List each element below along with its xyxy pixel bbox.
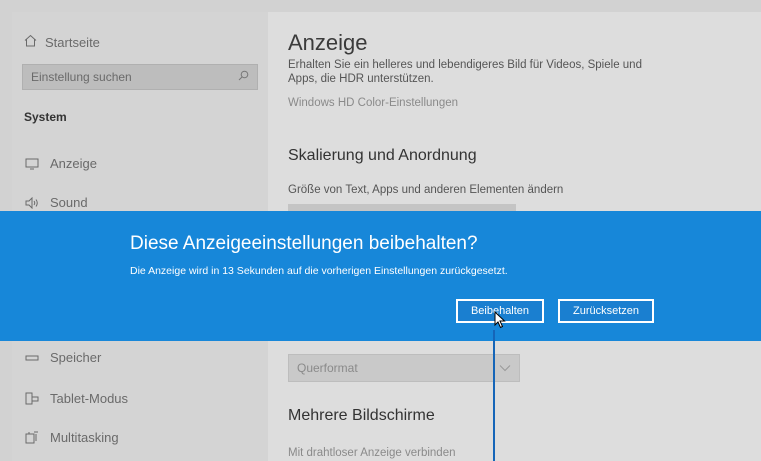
revert-button[interactable]: Zurücksetzen [558, 299, 654, 323]
hdr-description: Erhalten Sie ein helleres und lebendiger… [288, 59, 642, 85]
scaling-heading: Skalierung und Anordnung [288, 147, 477, 164]
chevron-down-icon [499, 361, 511, 375]
wireless-display-link[interactable]: Mit drahtloser Anzeige verbinden [288, 447, 456, 459]
orientation-dropdown[interactable]: Querformat [288, 354, 520, 382]
dialog-title: Diese Anzeigeeinstellungen beibehalten? [130, 233, 478, 254]
sidebar-item-tablet-modus[interactable]: Tablet-Modus [24, 391, 128, 406]
sidebar-section-title: System [24, 110, 67, 124]
sidebar-item-label: Speicher [50, 350, 102, 365]
multitasking-icon [24, 431, 40, 444]
annotation-line [493, 330, 495, 461]
keep-display-settings-dialog: Diese Anzeigeeinstellungen beibehalten? … [0, 211, 761, 341]
orientation-value: Querformat [297, 361, 358, 375]
monitor-icon [24, 158, 40, 170]
storage-icon [24, 352, 40, 364]
home-label: Startseite [45, 34, 100, 50]
sidebar-item-label: Sound [50, 195, 88, 210]
multi-display-heading: Mehrere Bildschirme [288, 407, 435, 424]
size-label: Größe von Text, Apps und anderen Element… [288, 184, 564, 196]
search-placeholder: Einstellung suchen [31, 70, 132, 84]
sidebar-item-label: Tablet-Modus [50, 391, 129, 406]
page-title: Anzeige [288, 30, 368, 55]
speaker-icon [24, 196, 40, 209]
sidebar-item-multitasking[interactable]: Multitasking [24, 430, 119, 445]
hdr-settings-link[interactable]: Windows HD Color-Einstellungen [288, 97, 458, 109]
search-icon [238, 70, 249, 84]
sidebar-item-label: Multitasking [50, 430, 119, 445]
dialog-message: Die Anzeige wird in 13 Sekunden auf die … [130, 265, 508, 277]
sidebar-item-label: Anzeige [50, 156, 97, 171]
settings-search-input[interactable]: Einstellung suchen [22, 64, 258, 90]
home-icon [24, 34, 37, 50]
sidebar-item-sound[interactable]: Sound [24, 195, 88, 210]
sidebar-home[interactable]: Startseite [24, 34, 100, 50]
sidebar-item-anzeige[interactable]: Anzeige [24, 156, 97, 171]
tablet-mode-icon [24, 392, 40, 405]
sidebar-item-speicher[interactable]: Speicher [24, 350, 101, 365]
mouse-pointer-icon [494, 310, 506, 334]
